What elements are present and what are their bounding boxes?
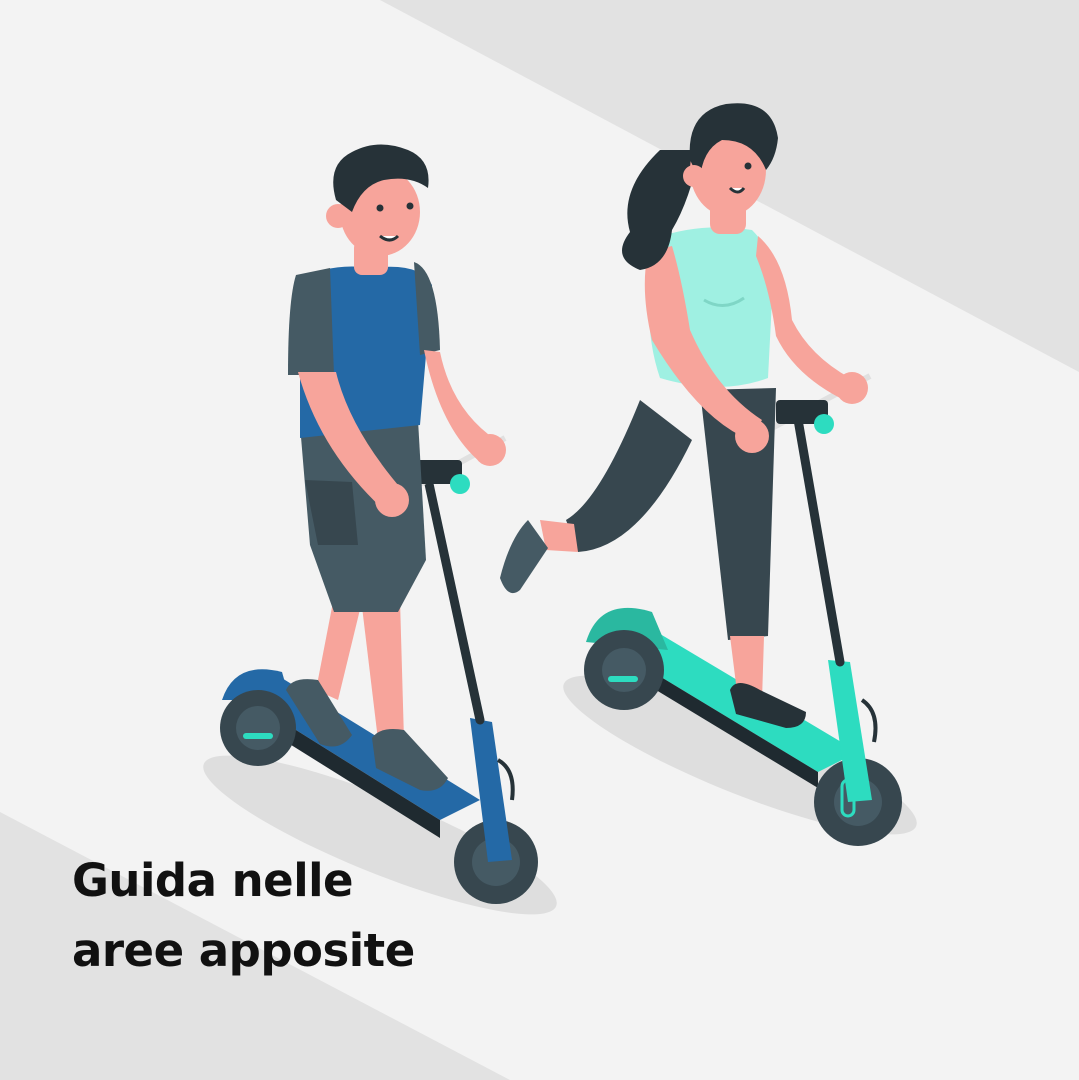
ad-canvas: Guida nelle aree apposite <box>0 0 1079 1080</box>
caption-line-2: aree apposite <box>72 924 415 977</box>
caption-line-1: Guida nelle <box>72 854 354 907</box>
caption: Guida nelle aree apposite <box>72 846 415 986</box>
